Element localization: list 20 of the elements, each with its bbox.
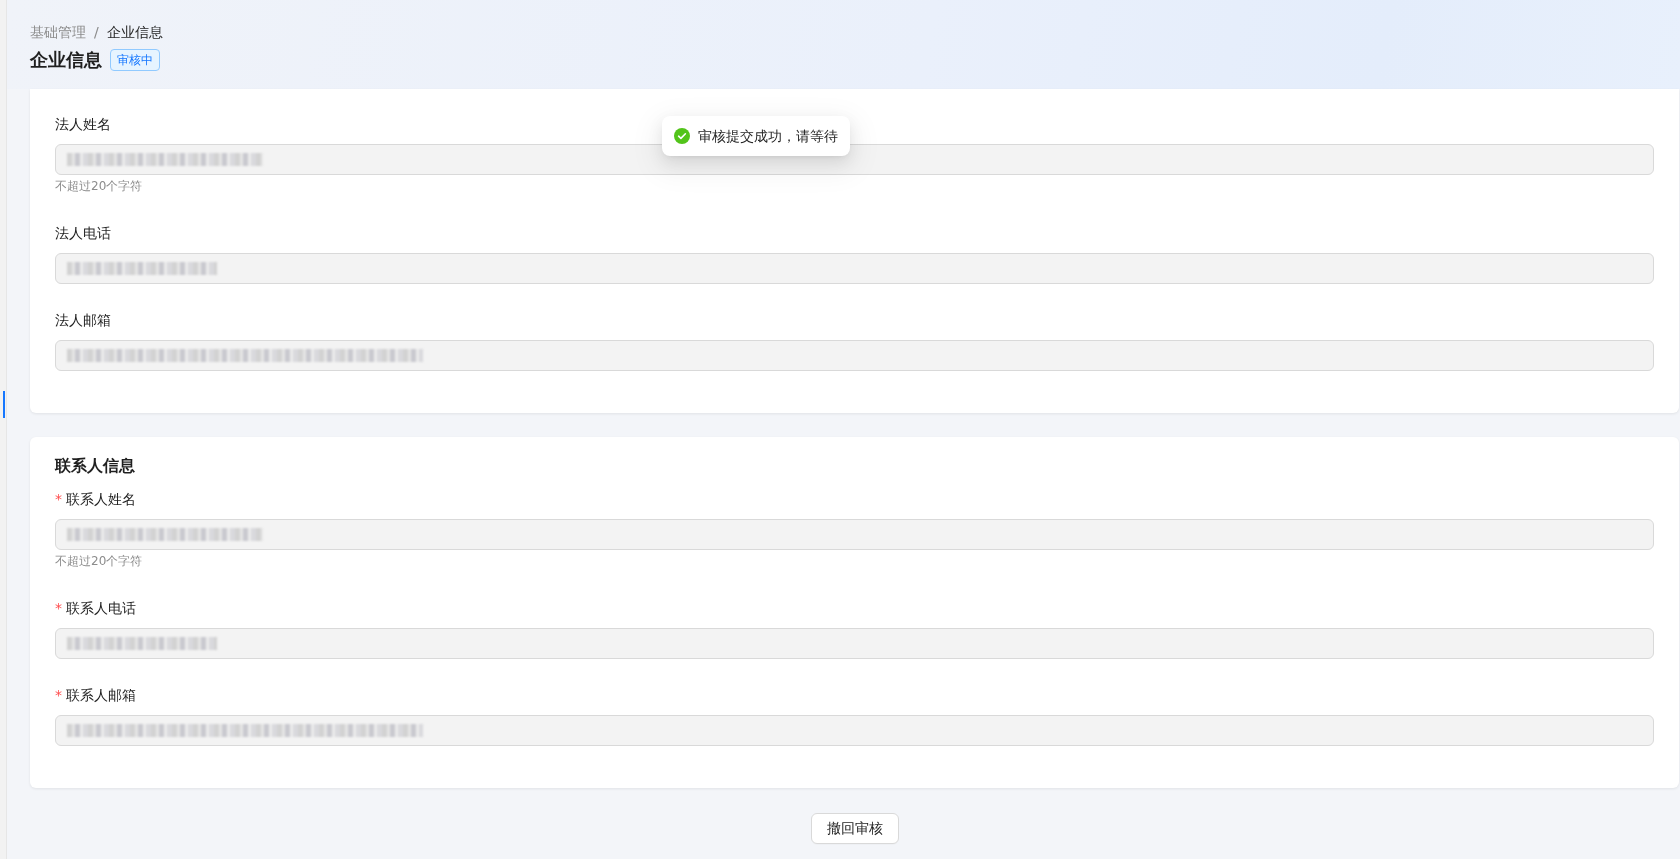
field-label: 联系人姓名 xyxy=(66,490,136,509)
field-label: 联系人邮箱 xyxy=(66,686,136,705)
active-item-indicator xyxy=(3,391,5,418)
field-hint: 不超过20个字符 xyxy=(55,553,144,570)
field-hint: 不超过20个字符 xyxy=(55,178,144,195)
field-label: 法人姓名 xyxy=(55,115,111,134)
field-label: 法人邮箱 xyxy=(55,311,111,330)
required-mark: * xyxy=(55,686,62,705)
success-check-icon xyxy=(674,128,690,144)
field-label: 联系人电话 xyxy=(66,599,136,618)
required-mark: * xyxy=(55,599,62,618)
section-title: 联系人信息 xyxy=(55,455,136,477)
status-tag: 审核中 xyxy=(110,49,160,71)
required-mark: * xyxy=(55,490,62,509)
toast-text: 审核提交成功，请等待 xyxy=(698,127,838,146)
breadcrumb-current: 企业信息 xyxy=(106,23,163,42)
field-label: 法人电话 xyxy=(55,224,111,243)
breadcrumb-separator: / xyxy=(94,23,99,42)
withdraw-review-button[interactable]: 撤回审核 xyxy=(810,813,899,844)
page-title: 企业信息 xyxy=(30,48,102,72)
